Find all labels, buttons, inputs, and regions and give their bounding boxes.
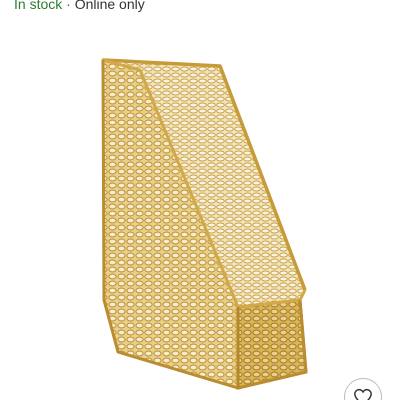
availability-channel: Online only (74, 0, 145, 12)
stock-status: In stock (14, 0, 63, 12)
product-page: In stock · Online only (0, 0, 400, 400)
heart-icon (354, 388, 372, 400)
product-image (101, 58, 308, 390)
availability-line: In stock · Online only (14, 0, 145, 14)
availability-separator: · (66, 0, 71, 12)
